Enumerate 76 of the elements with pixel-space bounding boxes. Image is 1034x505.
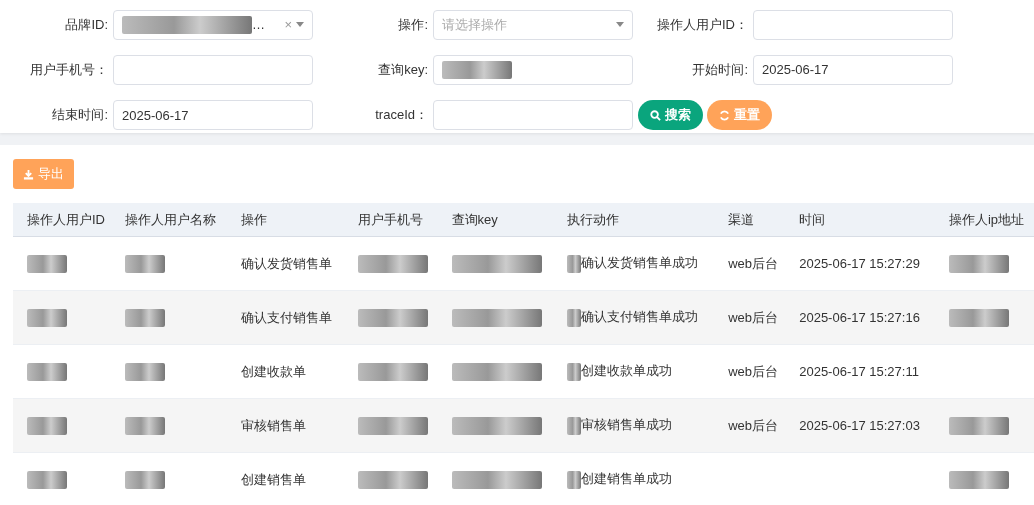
redaction-block (948, 416, 1009, 435)
table-cell: 创建收款单 (241, 363, 307, 379)
export-button[interactable]: 导出 (13, 159, 74, 189)
redaction-block (948, 308, 1009, 327)
redaction-block (125, 416, 166, 435)
column-header: 渠道 (714, 203, 786, 237)
field-label: 结束时间: (51, 106, 108, 125)
redaction-block (358, 416, 429, 435)
redaction-block (567, 416, 582, 435)
redaction-block (567, 470, 582, 489)
brand-select[interactable]: … × (113, 9, 313, 40)
redaction-block (27, 362, 67, 381)
column-header: 操作人用户名称 (115, 203, 228, 237)
table-cell: 2025-06-17 15:27:29 (799, 256, 920, 271)
redaction-block (442, 61, 512, 79)
table-cell: 确认支付销售单 (241, 309, 333, 325)
table-cell: 创建销售单成功 (581, 471, 673, 487)
table-cell: 确认发货销售单 (241, 255, 333, 271)
redaction-block (358, 254, 429, 273)
download-icon (23, 168, 34, 180)
redaction-block (567, 362, 582, 381)
table-cell: web后台 (728, 363, 779, 379)
redaction-block (125, 470, 166, 489)
input-field[interactable] (113, 55, 313, 85)
table-cell: web后台 (728, 309, 779, 325)
table-cell: 确认支付销售单成功 (581, 309, 699, 325)
operation-select[interactable]: 请选择操作 (433, 9, 633, 40)
redaction-block (125, 308, 166, 327)
redaction-block (567, 308, 582, 327)
field-label: traceId： (374, 106, 428, 125)
table-cell: 审核销售单 (241, 417, 307, 433)
field-label: 操作: (397, 15, 428, 34)
table-cell: 2025-06-17 15:27:16 (799, 310, 920, 325)
table-cell: 创建销售单 (241, 471, 307, 487)
field-label: 查询key: (377, 61, 428, 79)
refresh-icon (719, 109, 730, 121)
redaction-block (27, 254, 67, 273)
search-button[interactable]: 搜索 (638, 100, 703, 131)
column-header: 操作 (227, 203, 345, 237)
redaction-block (358, 308, 429, 327)
input-field[interactable] (433, 100, 633, 131)
redaction-block (948, 470, 1009, 489)
redaction-block (358, 470, 429, 489)
field-label: 开始时间: (691, 61, 748, 79)
caret-icon (616, 22, 624, 28)
redaction-block (27, 308, 67, 327)
field-label: 用户手机号： (29, 61, 108, 79)
input-field[interactable] (753, 9, 953, 40)
table-cell: 2025-06-17 15:27:03 (799, 418, 920, 433)
table-cell: web后台 (728, 417, 779, 433)
redaction-block (567, 254, 582, 273)
reset-button[interactable]: 重置 (707, 100, 772, 131)
caret-icon (296, 22, 304, 28)
table-cell: 创建收款单成功 (581, 363, 673, 379)
table-cell: 审核销售单成功 (581, 417, 673, 433)
column-header: 操作人用户ID (13, 203, 116, 237)
column-header: 时间 (785, 203, 935, 237)
input-field[interactable]: 2025-06-17 (113, 100, 313, 131)
redaction-block (948, 254, 1009, 273)
table-cell: 2025-06-17 15:27:11 (799, 364, 919, 379)
column-header: 查询key (437, 203, 554, 237)
redaction-block (125, 362, 166, 381)
redaction-block (125, 254, 166, 273)
column-header: 用户手机号 (344, 203, 438, 237)
column-header: 操作人ip地址 (934, 203, 1034, 237)
redaction-block (358, 362, 429, 381)
table-cell: 确认发货销售单成功 (581, 255, 699, 271)
search-icon (650, 109, 661, 121)
redaction-block (27, 416, 67, 435)
field-label: 操作人用户ID： (656, 15, 748, 34)
redaction-block (27, 470, 67, 489)
column-header: 执行动作 (553, 203, 715, 237)
table-cell: web后台 (728, 255, 779, 271)
field-label: 品牌ID: (64, 15, 108, 34)
input-field[interactable]: 2025-06-17 (753, 55, 953, 85)
input-field[interactable] (433, 55, 633, 85)
